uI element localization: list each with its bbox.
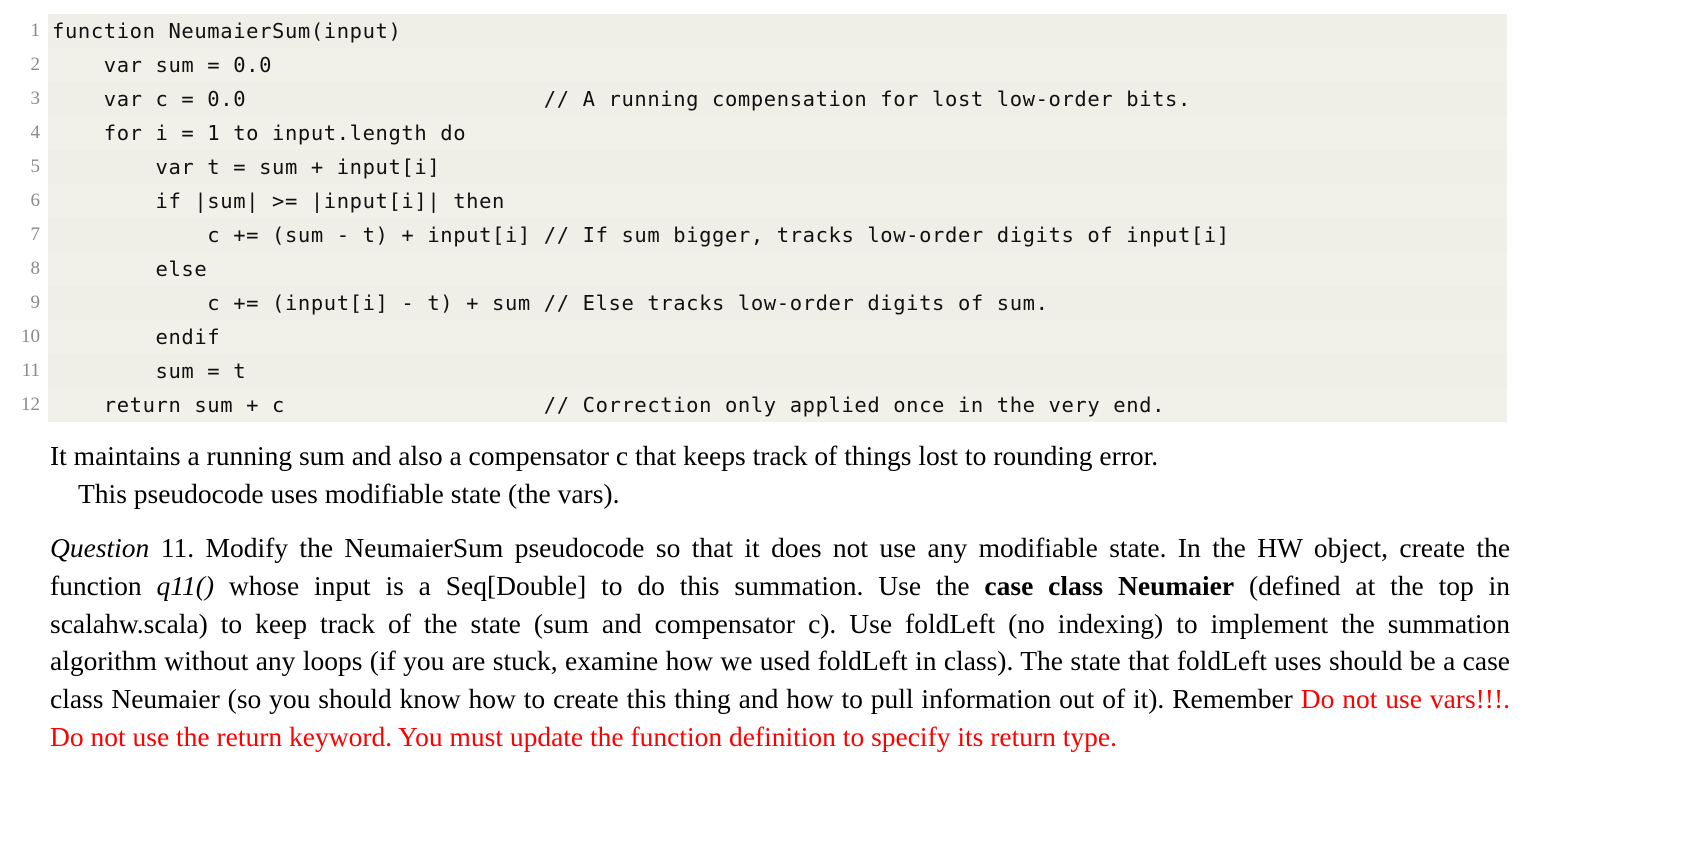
document-page: 1 function NeumaierSum(input) 2 var sum …: [0, 0, 1685, 852]
code-line: 10 endif: [0, 320, 1685, 354]
code-text: c += (input[i] - t) + sum // Else tracks…: [48, 286, 1507, 320]
intro-text-1: It maintains a running sum and also a co…: [50, 440, 1159, 471]
line-number: 6: [0, 184, 48, 218]
code-text: endif: [48, 320, 1507, 354]
code-text: if |sum| >= |input[i]| then: [48, 184, 1507, 218]
intro-line-1: It maintains a running sum and also a co…: [50, 437, 1510, 475]
code-line: 4 for i = 1 to input.length do: [0, 116, 1685, 150]
question-warning-2: Do not use the return keyword. You must …: [50, 720, 1117, 752]
line-number: 2: [0, 48, 48, 82]
line-number: 4: [0, 116, 48, 150]
question-warning-1: Do not use vars!!!.: [1300, 683, 1510, 715]
question-number: 11.: [160, 532, 195, 563]
question-label: Question: [50, 532, 150, 563]
line-number: 3: [0, 82, 48, 116]
line-number: 10: [0, 320, 48, 354]
question-text-2: whose input is a Seq[Double] to do this …: [214, 569, 985, 601]
code-text: var sum = 0.0: [48, 48, 1507, 82]
line-number: 8: [0, 252, 48, 286]
intro-line-2: This pseudocode uses modifiable state (t…: [50, 475, 1510, 513]
code-line: 9 c += (input[i] - t) + sum // Else trac…: [0, 286, 1685, 320]
question-space-2: [194, 532, 205, 563]
code-line: 12 return sum + c // Correction only app…: [0, 388, 1685, 422]
question-paragraph: Question 11. Modify the NeumaierSum pseu…: [50, 529, 1510, 756]
code-text: return sum + c // Correction only applie…: [48, 388, 1507, 422]
code-line: 7 c += (sum - t) + input[i] // If sum bi…: [0, 218, 1685, 252]
question-space: [149, 532, 160, 563]
code-text: sum = t: [48, 354, 1507, 388]
code-text: var c = 0.0 // A running compensation fo…: [48, 82, 1507, 116]
code-text: c += (sum - t) + input[i] // If sum bigg…: [48, 218, 1507, 252]
intro-text-2: This pseudocode uses modifiable state (t…: [78, 477, 620, 509]
code-line: 6 if |sum| >= |input[i]| then: [0, 184, 1685, 218]
code-text: else: [48, 252, 1507, 286]
code-text: var t = sum + input[i]: [48, 150, 1507, 184]
line-number: 7: [0, 218, 48, 252]
code-text: function NeumaierSum(input): [48, 14, 1507, 48]
line-number: 1: [0, 14, 48, 48]
line-number: 5: [0, 150, 48, 184]
question-function-name: q11(): [156, 569, 215, 601]
code-line: 1 function NeumaierSum(input): [0, 14, 1685, 48]
code-line: 2 var sum = 0.0: [0, 48, 1685, 82]
intro-paragraph: It maintains a running sum and also a co…: [50, 437, 1510, 512]
line-number: 12: [0, 388, 48, 422]
line-number: 9: [0, 286, 48, 320]
code-line: 8 else: [0, 252, 1685, 286]
code-line: 11 sum = t: [0, 354, 1685, 388]
line-number: 11: [0, 354, 48, 388]
code-line: 5 var t = sum + input[i]: [0, 150, 1685, 184]
question-block: Question 11. Modify the NeumaierSum pseu…: [50, 529, 1510, 756]
pseudocode-listing: 1 function NeumaierSum(input) 2 var sum …: [0, 14, 1685, 422]
code-text: for i = 1 to input.length do: [48, 116, 1507, 150]
code-line: 3 var c = 0.0 // A running compensation …: [0, 82, 1685, 116]
question-bold-case-class: case class Neumaier: [984, 569, 1235, 601]
